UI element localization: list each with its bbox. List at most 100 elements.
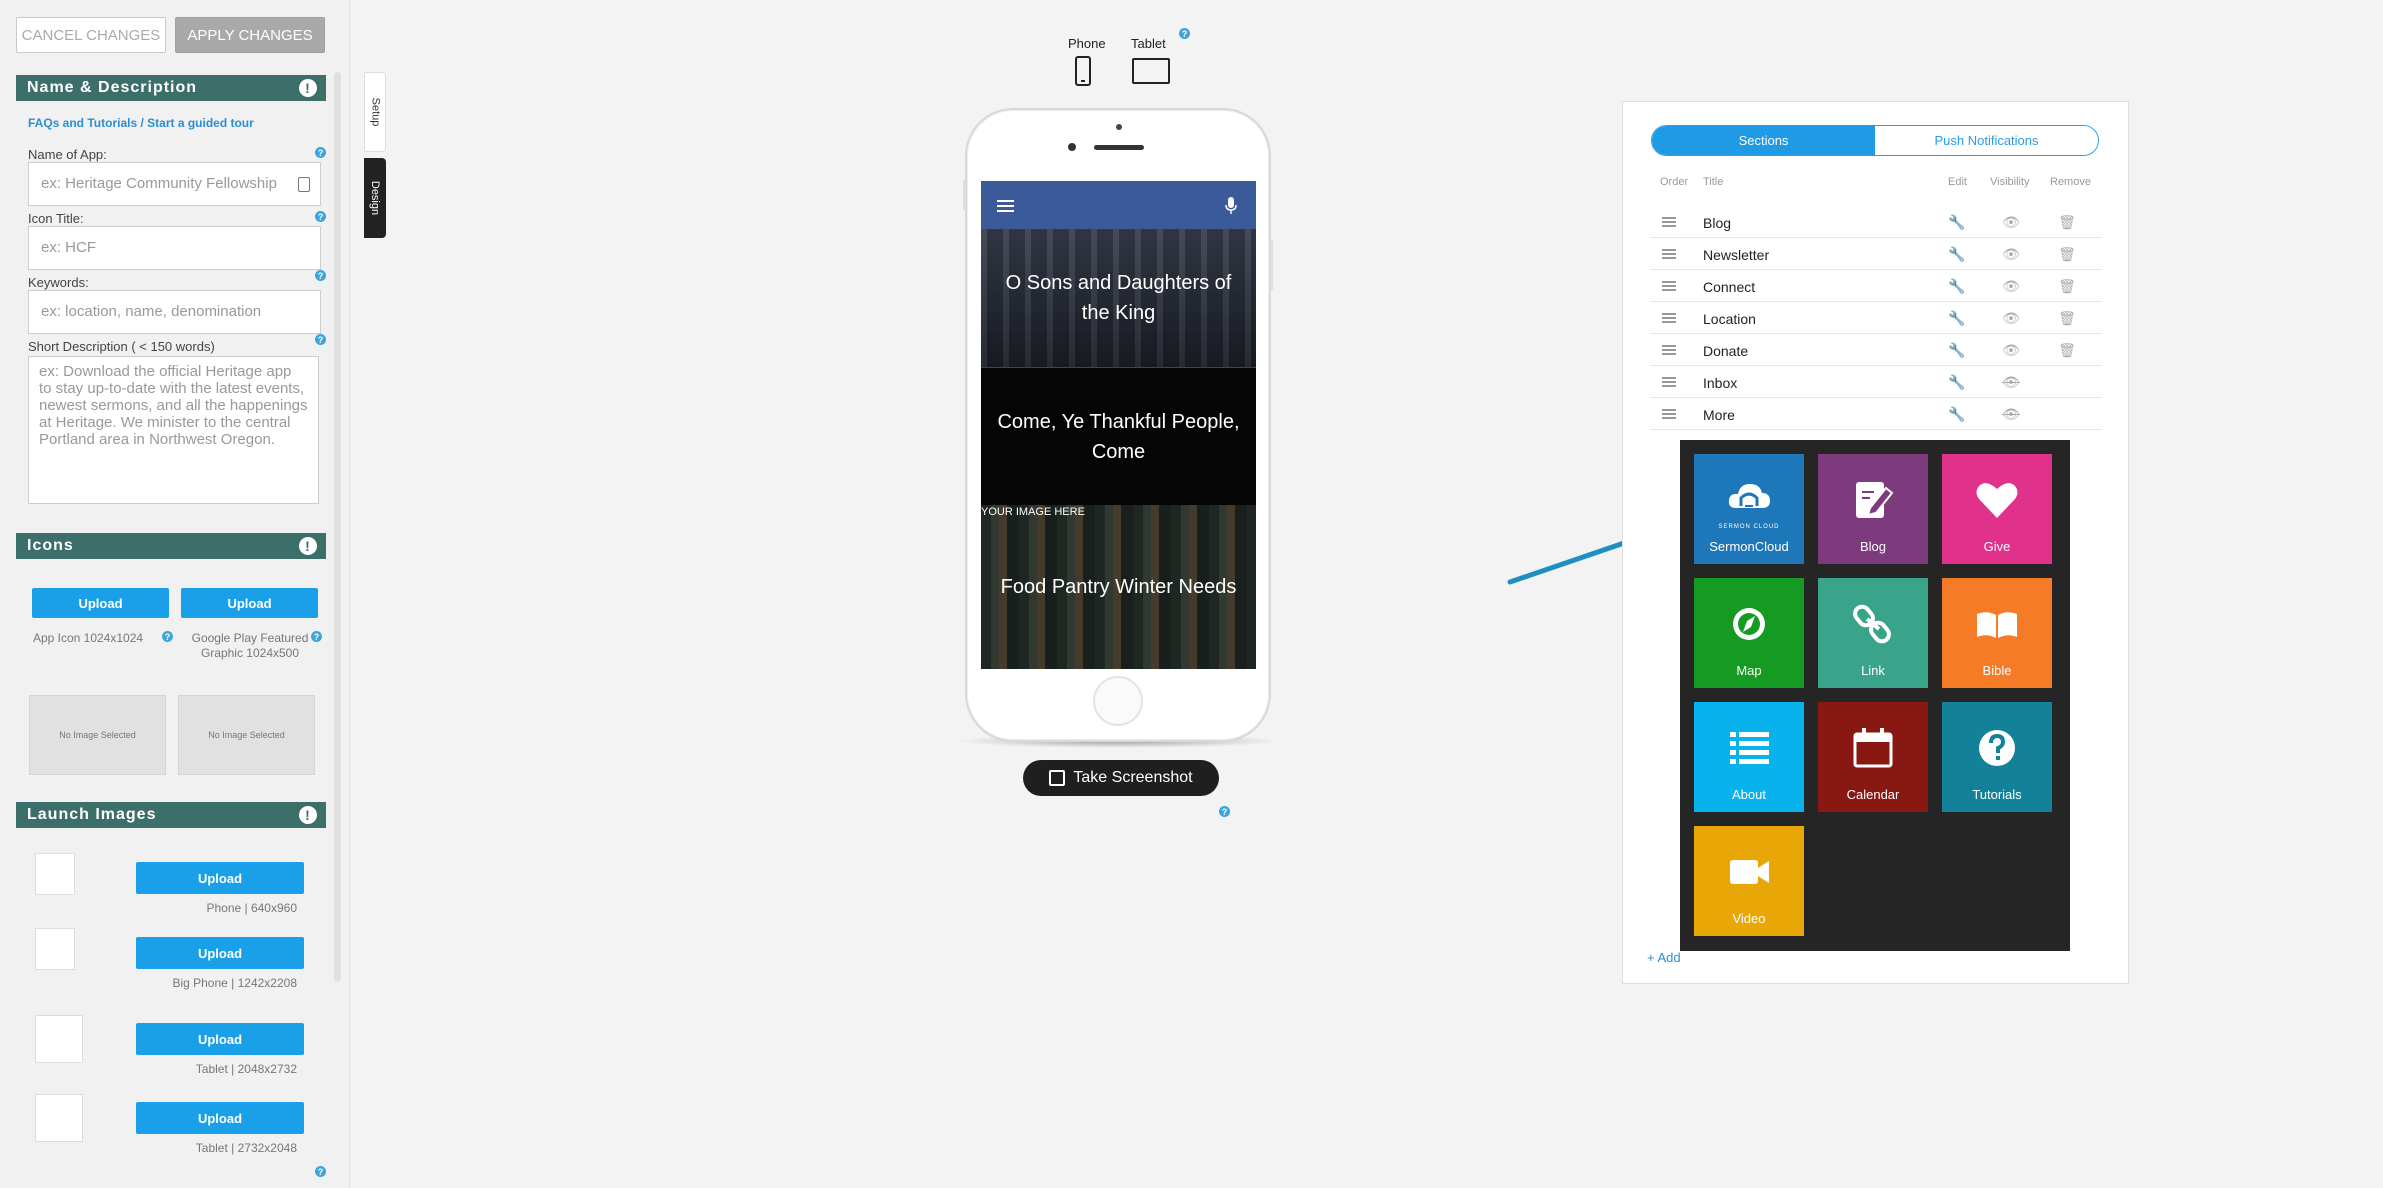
tablet-icon[interactable] — [1132, 58, 1170, 84]
wrench-icon[interactable]: 🔧 — [1948, 341, 1966, 359]
tile-sermoncloud[interactable]: SERMON CLOUD SermonCloud — [1694, 454, 1804, 564]
section-row[interactable]: Location 🔧 👁 🗑 — [1650, 302, 2102, 334]
help-icon[interactable]: ? — [311, 631, 322, 642]
section-row[interactable]: Donate 🔧 👁 🗑 — [1650, 334, 2102, 366]
trash-icon[interactable]: 🗑 — [2058, 245, 2076, 263]
trash-icon[interactable]: 🗑 — [2058, 341, 2076, 359]
drag-handle-icon[interactable] — [1662, 217, 1676, 227]
app-name-input[interactable]: ex: Heritage Community Fellowship — [28, 162, 321, 206]
launch-thumb — [35, 928, 75, 970]
eye-icon[interactable]: 👁 — [2002, 341, 2020, 359]
help-icon[interactable]: ? — [315, 270, 326, 281]
wrench-icon[interactable]: 🔧 — [1948, 277, 1966, 295]
feed-card[interactable]: Come, Ye Thankful People, Come — [981, 367, 1256, 505]
section-title: Name & Description — [27, 79, 198, 96]
phone-toggle-label[interactable]: Phone — [1068, 36, 1106, 51]
trash-icon[interactable]: 🗑 — [2058, 277, 2076, 295]
tile-calendar[interactable]: Calendar — [1818, 702, 1928, 812]
upload-launch-tablet-landscape-button[interactable]: Upload — [136, 1102, 304, 1134]
tab-setup[interactable]: Setup — [364, 72, 386, 152]
wrench-icon[interactable]: 🔧 — [1948, 245, 1966, 263]
help-icon[interactable]: ? — [315, 1166, 326, 1177]
section-row[interactable]: Connect 🔧 👁 🗑 — [1650, 270, 2102, 302]
wrench-icon[interactable]: 🔧 — [1948, 373, 1966, 391]
tablet-toggle-label[interactable]: Tablet — [1131, 36, 1166, 51]
card-title: Food Pantry Winter Needs — [1000, 576, 1237, 598]
tab-design[interactable]: Design — [364, 158, 386, 238]
panel-scrollbar[interactable] — [334, 72, 341, 982]
tile-blog[interactable]: Blog — [1818, 454, 1928, 564]
tile-give[interactable]: Give — [1942, 454, 2052, 564]
section-row[interactable]: Newsletter 🔧 👁 🗑 — [1650, 238, 2102, 270]
compass-icon — [1733, 608, 1765, 640]
add-section-link[interactable]: + Add — [1647, 950, 1681, 965]
tile-about[interactable]: About — [1694, 702, 1804, 812]
help-icon[interactable]: ? — [315, 211, 326, 222]
tab-label: Design — [369, 180, 381, 216]
help-icon[interactable]: ? — [162, 631, 173, 642]
take-screenshot-button[interactable]: Take Screenshot — [1023, 760, 1219, 796]
apply-changes-button[interactable]: APPLY CHANGES — [175, 17, 325, 53]
feed-card[interactable]: YOUR IMAGE HERE Food Pantry Winter Needs — [981, 505, 1256, 669]
eye-icon[interactable]: 👁 — [2002, 309, 2020, 327]
upload-featured-graphic-button[interactable]: Upload — [181, 588, 318, 618]
alert-icon: ! — [299, 79, 317, 97]
tile-link[interactable]: Link — [1818, 578, 1928, 688]
section-title: Newsletter — [1703, 247, 1770, 263]
upload-launch-big-phone-button[interactable]: Upload — [136, 937, 304, 969]
upload-app-icon-button[interactable]: Upload — [32, 588, 169, 618]
launch-images-header[interactable]: Launch Images ! — [16, 802, 326, 828]
drag-handle-icon[interactable] — [1662, 281, 1676, 291]
wrench-icon[interactable]: 🔧 — [1948, 309, 1966, 327]
tile-bible[interactable]: Bible — [1942, 578, 2052, 688]
feed-card[interactable]: O Sons and Daughters of the King — [981, 229, 1256, 367]
tile-label: Tutorials — [1972, 787, 2022, 802]
drag-handle-icon[interactable] — [1662, 249, 1676, 259]
keywords-input[interactable]: ex: location, name, denomination — [28, 290, 321, 334]
tab-push-notifications[interactable]: Push Notifications — [1875, 126, 2098, 155]
drag-handle-icon[interactable] — [1662, 345, 1676, 355]
cloud-icon — [1728, 484, 1770, 508]
tile-video[interactable]: Video — [1694, 826, 1804, 936]
screenshot-icon — [1049, 770, 1066, 786]
help-icon[interactable]: ? — [1179, 28, 1190, 39]
tile-map[interactable]: Map — [1694, 578, 1804, 688]
description-textarea[interactable]: ex: Download the official Heritage app t… — [28, 356, 319, 504]
featured-graphic-caption: Google Play Featured Graphic 1024x500 — [191, 631, 309, 660]
upload-launch-phone-button[interactable]: Upload — [136, 862, 304, 894]
help-icon[interactable]: ? — [1219, 806, 1230, 817]
section-row[interactable]: Inbox 🔧 👁 — [1650, 366, 2102, 398]
phone-icon[interactable] — [1075, 56, 1091, 86]
eye-slash-icon[interactable]: 👁 — [2002, 405, 2020, 423]
wrench-icon[interactable]: 🔧 — [1948, 213, 1966, 231]
drag-handle-icon[interactable] — [1662, 409, 1676, 419]
faq-link[interactable]: FAQs and Tutorials — [28, 116, 137, 130]
drag-handle-icon[interactable] — [1662, 313, 1676, 323]
eye-slash-icon[interactable]: 👁 — [2002, 373, 2020, 391]
heart-icon — [1976, 483, 2018, 518]
menu-icon[interactable] — [997, 200, 1014, 212]
icon-title-input[interactable]: ex: HCF — [28, 226, 321, 270]
help-icon[interactable]: ? — [315, 147, 326, 158]
tab-label: Setup — [369, 97, 381, 127]
trash-icon[interactable]: 🗑 — [2058, 213, 2076, 231]
app-name-label: Name of App: — [28, 147, 107, 162]
microphone-icon[interactable] — [1225, 197, 1237, 215]
settings-panel: CANCEL CHANGES APPLY CHANGES Name & Desc… — [0, 0, 350, 1188]
cancel-changes-button[interactable]: CANCEL CHANGES — [16, 17, 166, 53]
tile-tutorials[interactable]: Tutorials — [1942, 702, 2052, 812]
upload-launch-tablet-portrait-button[interactable]: Upload — [136, 1023, 304, 1055]
eye-icon[interactable]: 👁 — [2002, 245, 2020, 263]
guided-tour-link[interactable]: Start a guided tour — [147, 116, 254, 130]
tab-sections[interactable]: Sections — [1652, 126, 1875, 155]
drag-handle-icon[interactable] — [1662, 377, 1676, 387]
wrench-icon[interactable]: 🔧 — [1948, 405, 1966, 423]
trash-icon[interactable]: 🗑 — [2058, 309, 2076, 327]
eye-icon[interactable]: 👁 — [2002, 277, 2020, 295]
section-row[interactable]: More 🔧 👁 — [1650, 398, 2102, 430]
help-icon[interactable]: ? — [315, 334, 326, 345]
eye-icon[interactable]: 👁 — [2002, 213, 2020, 231]
section-row[interactable]: Blog 🔧 👁 🗑 — [1650, 206, 2102, 238]
icons-header[interactable]: Icons ! — [16, 533, 326, 559]
name-description-header[interactable]: Name & Description ! — [16, 75, 326, 101]
